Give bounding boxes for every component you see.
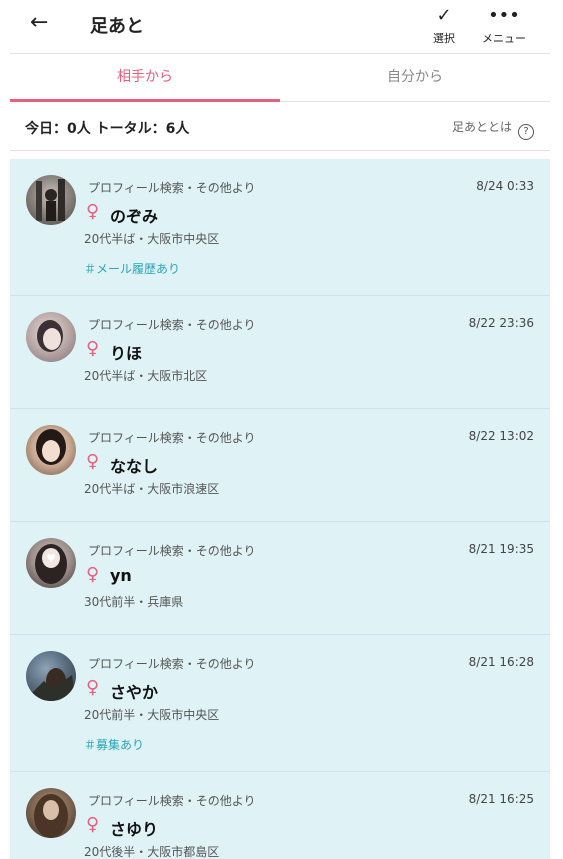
more-dots-icon: ••• (488, 5, 520, 26)
tab-label: 自分から (387, 69, 443, 85)
about-footprints-label: 足あととは (451, 120, 512, 134)
footprint-source: プロフィール検索・その他より (88, 318, 256, 332)
list-item[interactable]: プロフィール検索・その他より 8/21 16:25 ♀ さゆり 20代後半・大阪… (10, 772, 550, 859)
female-icon: ♀ (86, 564, 100, 585)
select-button[interactable]: ✓ 選択 (414, 4, 474, 50)
female-icon: ♀ (86, 677, 100, 698)
user-age-location: 20代半ば・大阪市北区 (84, 369, 208, 383)
avatar[interactable]: ♥ (26, 538, 76, 588)
back-arrow-icon[interactable]: ← (30, 10, 60, 36)
footprint-date: 8/21 16:25 (468, 792, 534, 806)
female-icon: ♀ (86, 451, 100, 472)
footprint-list: プロフィール検索・その他より 8/24 0:33 ♀ のぞみ 20代半ば・大阪市… (10, 159, 550, 859)
tab-from-me[interactable]: 自分から (280, 54, 550, 102)
select-label: 選択 (433, 32, 455, 45)
user-age-location: 20代半ば・大阪市中央区 (84, 232, 220, 246)
user-age-location: 20代後半・大阪市都島区 (84, 845, 220, 859)
footprint-date: 8/22 13:02 (468, 429, 534, 443)
list-item[interactable]: ♥ プロフィール検索・その他より 8/21 19:35 ♀ yn 30代前半・兵… (10, 522, 550, 635)
avatar-photo (36, 429, 66, 465)
footprint-date: 8/22 23:36 (468, 316, 534, 330)
list-item[interactable]: プロフィール検索・その他より 8/22 23:36 ♀ りほ 20代半ば・大阪市… (10, 296, 550, 409)
footprint-source: プロフィール検索・その他より (88, 181, 256, 195)
user-tag: ＃メール履歴あり (84, 262, 181, 276)
avatar[interactable] (26, 425, 76, 475)
footprint-date: 8/21 16:28 (468, 655, 534, 669)
visit-count-summary: 今日：0人 トータル：6人 (25, 121, 190, 137)
tab-label: 相手から (117, 69, 173, 85)
user-name: のぞみ (110, 207, 159, 226)
footprint-source: プロフィール検索・その他より (88, 544, 256, 558)
help-icon: ? (518, 124, 534, 140)
avatar-photo (37, 320, 63, 352)
app-header: ← 足あと ✓ 選択 ••• メニュー (0, 0, 563, 54)
user-name: ななし (110, 457, 159, 476)
about-footprints-link[interactable]: 足あととは? (452, 118, 534, 140)
tab-from-others[interactable]: 相手から (10, 54, 280, 102)
page-title: 足あと (90, 16, 144, 37)
female-icon: ♀ (86, 814, 100, 835)
female-icon: ♀ (86, 338, 100, 359)
footprint-source: プロフィール検索・その他より (88, 794, 256, 808)
summary-bar: 今日：0人 トータル：6人 足あととは? (10, 102, 550, 151)
menu-label: メニュー (482, 32, 526, 45)
list-item[interactable]: プロフィール検索・その他より 8/22 13:02 ♀ ななし 20代半ば・大阪… (10, 409, 550, 522)
avatar[interactable] (26, 651, 76, 701)
user-age-location: 20代半ば・大阪市浪速区 (84, 482, 220, 496)
avatar-photo (34, 794, 68, 838)
list-item[interactable]: プロフィール検索・その他より 8/24 0:33 ♀ のぞみ 20代半ば・大阪市… (10, 159, 550, 296)
avatar[interactable] (26, 788, 76, 838)
summary-divider (10, 150, 550, 151)
user-name: さやか (110, 683, 159, 702)
footprint-date: 8/24 0:33 (476, 179, 534, 193)
user-age-location: 30代前半・兵庫県 (84, 595, 184, 609)
avatar[interactable] (26, 175, 76, 225)
user-age-location: 20代前半・大阪市中央区 (84, 708, 220, 722)
user-name: りほ (110, 344, 143, 363)
list-item[interactable]: プロフィール検索・その他より 8/21 16:28 ♀ さやか 20代前半・大阪… (10, 635, 550, 772)
avatar-photo: ♥ (35, 544, 67, 584)
female-icon: ♀ (86, 201, 100, 222)
avatar-photo (26, 668, 76, 701)
avatar-photo (36, 179, 65, 221)
tab-bar: 相手から 自分から (10, 54, 550, 102)
avatar[interactable] (26, 312, 76, 362)
user-tag: ＃募集あり (84, 738, 145, 752)
footprint-source: プロフィール検索・その他より (88, 657, 256, 671)
svg-text:♥: ♥ (46, 552, 56, 565)
footprint-source: プロフィール検索・その他より (88, 431, 256, 445)
user-name: yn (110, 566, 132, 585)
checkmark-icon: ✓ (436, 5, 452, 26)
menu-button[interactable]: ••• メニュー (474, 4, 534, 50)
user-name: さゆり (110, 820, 159, 839)
footprint-date: 8/21 19:35 (468, 542, 534, 556)
